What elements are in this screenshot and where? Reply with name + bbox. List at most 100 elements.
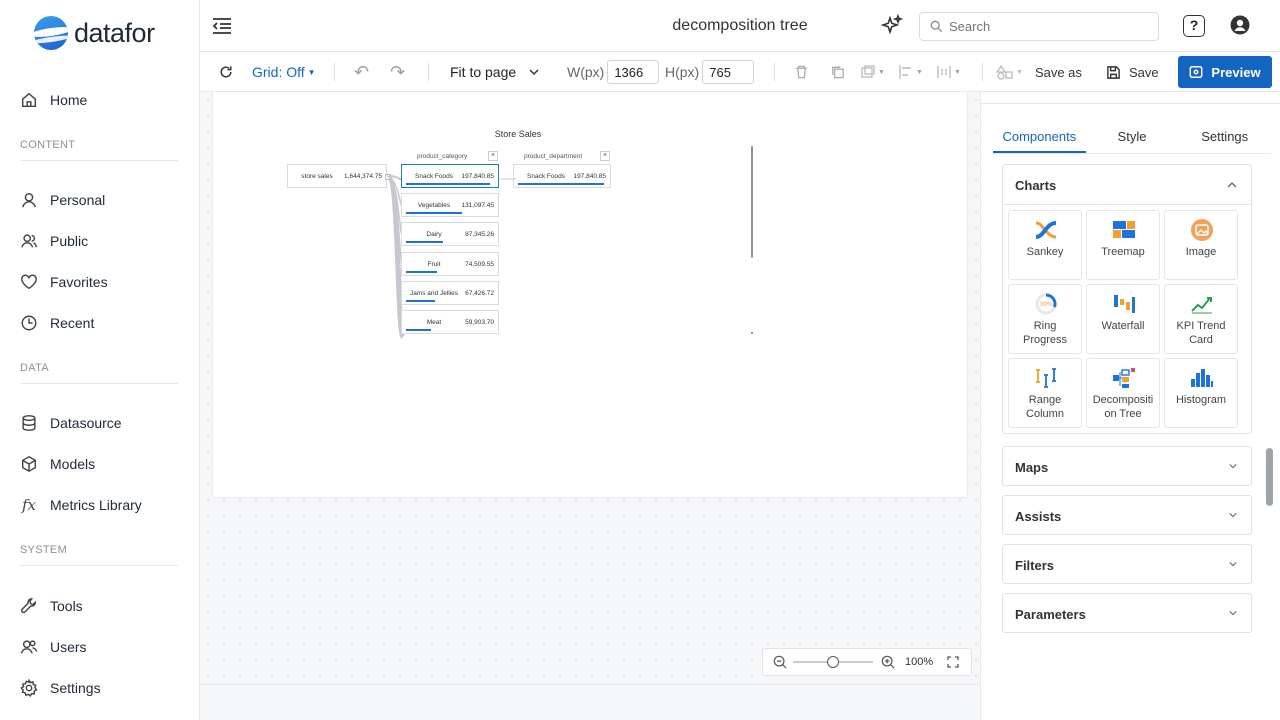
node-name: Fruit bbox=[427, 260, 441, 268]
sidebar-item-settings[interactable]: Settings bbox=[20, 676, 101, 700]
tree-node[interactable]: Vegetables 131,097.45 bbox=[401, 193, 499, 218]
tree-node[interactable]: Meat 59,903.70 bbox=[401, 310, 499, 334]
save-as-button[interactable]: ▼ Save as bbox=[996, 52, 1082, 92]
align-button[interactable]: ▼ bbox=[898, 52, 923, 92]
sidebar: datafor Home CONTENT Personal Public Fav… bbox=[0, 0, 200, 720]
zoom-slider-thumb[interactable] bbox=[827, 656, 839, 668]
node-share-bar bbox=[406, 212, 462, 215]
caret-down-icon: ▼ bbox=[878, 68, 885, 76]
fit-select[interactable]: Fit to page bbox=[450, 52, 540, 92]
component-card-kpi-trend[interactable]: KPI Trend Card bbox=[1164, 284, 1238, 354]
node-value: 1,644,374.75 bbox=[344, 173, 382, 180]
component-card-waterfall[interactable]: Waterfall bbox=[1086, 284, 1160, 354]
preview-button[interactable]: Preview bbox=[1178, 56, 1272, 88]
component-card-histogram[interactable]: Histogram bbox=[1164, 358, 1238, 428]
report-page[interactable]: Store Sales store sales 1,644,374.75 › p… bbox=[213, 92, 967, 497]
component-label: Image bbox=[1185, 246, 1217, 258]
delete-button[interactable] bbox=[794, 52, 809, 92]
node-value: 197,840.85 bbox=[461, 173, 494, 180]
zoom-slider[interactable] bbox=[793, 656, 873, 668]
sidebar-item-home[interactable]: Home bbox=[20, 88, 87, 112]
search-box[interactable] bbox=[919, 12, 1159, 41]
redo-button[interactable]: ↷ bbox=[390, 52, 405, 92]
maps-group[interactable]: Maps bbox=[1002, 446, 1252, 486]
node-value: 131,097.45 bbox=[461, 202, 494, 210]
logo[interactable]: datafor bbox=[34, 16, 155, 50]
component-card-treemap[interactable]: Treemap bbox=[1086, 210, 1160, 280]
width-input[interactable]: 1366 bbox=[607, 60, 660, 84]
charts-group-header[interactable]: Charts bbox=[1003, 165, 1251, 205]
fx-icon: fx bbox=[21, 496, 36, 514]
component-card-image[interactable]: Image bbox=[1164, 210, 1238, 280]
save-button[interactable]: Save bbox=[1106, 52, 1159, 92]
sidebar-item-label: Settings bbox=[50, 680, 101, 696]
fullscreen-icon[interactable] bbox=[947, 656, 959, 668]
tree-node[interactable]: Snack Foods 197,840.85 bbox=[513, 164, 611, 188]
tab-components[interactable]: Components bbox=[993, 112, 1086, 153]
user-avatar-icon[interactable] bbox=[1230, 15, 1250, 35]
height-input[interactable]: 765 bbox=[702, 60, 755, 84]
close-icon[interactable]: × bbox=[600, 151, 610, 161]
sidebar-item-recent[interactable]: Recent bbox=[20, 311, 94, 335]
zoom-level: 100% bbox=[905, 656, 934, 668]
search-input[interactable] bbox=[949, 19, 1139, 34]
copy-button[interactable] bbox=[830, 52, 845, 92]
sidebar-item-favorites[interactable]: Favorites bbox=[20, 270, 108, 294]
distribute-button[interactable]: ▼ bbox=[936, 52, 961, 92]
sidebar-item-tools[interactable]: Tools bbox=[20, 594, 83, 618]
refresh-button[interactable] bbox=[218, 52, 234, 92]
chart-scrollbar[interactable] bbox=[751, 146, 753, 258]
level-header: product_department bbox=[524, 153, 583, 160]
tree-node[interactable]: Dairy 87,345.26 bbox=[401, 222, 499, 247]
sidebar-item-public[interactable]: Public bbox=[20, 229, 88, 253]
caret-down-icon: ▼ bbox=[916, 68, 923, 76]
scrollbar[interactable] bbox=[1266, 448, 1273, 506]
divider bbox=[428, 63, 429, 81]
zoom-in-icon[interactable] bbox=[881, 655, 895, 669]
canvas-area[interactable]: Store Sales store sales 1,644,374.75 › p… bbox=[200, 92, 980, 684]
parameters-group[interactable]: Parameters bbox=[1002, 593, 1252, 633]
tab-style[interactable]: Style bbox=[1086, 112, 1179, 153]
sidebar-item-models[interactable]: Models bbox=[20, 452, 95, 476]
node-share-bar bbox=[406, 329, 431, 331]
layer-button[interactable]: ▼ bbox=[860, 52, 885, 92]
tab-settings[interactable]: Settings bbox=[1178, 112, 1271, 153]
help-icon[interactable]: ? bbox=[1183, 15, 1205, 37]
sidebar-item-personal[interactable]: Personal bbox=[20, 188, 105, 212]
divider bbox=[20, 565, 178, 566]
node-name: Meat bbox=[426, 319, 442, 326]
sidebar-collapse-icon[interactable] bbox=[210, 14, 234, 38]
node-value: 59,903.70 bbox=[465, 319, 494, 326]
sidebar-item-label: Public bbox=[50, 233, 89, 249]
image-icon bbox=[1190, 219, 1214, 241]
ai-sparkle-icon[interactable] bbox=[880, 14, 904, 38]
level-header: product_category bbox=[417, 153, 468, 160]
trash-icon bbox=[795, 65, 808, 79]
tree-root-node[interactable]: store sales 1,644,374.75 bbox=[287, 164, 387, 188]
sidebar-item-users[interactable]: Users bbox=[20, 635, 87, 659]
grid-toggle[interactable]: Grid: Off ▼ bbox=[252, 52, 316, 92]
top-bar: decomposition tree ? bbox=[200, 0, 1280, 52]
sidebar-item-datasource[interactable]: Datasource bbox=[20, 411, 122, 435]
component-card-sankey[interactable]: Sankey bbox=[1008, 210, 1082, 280]
tree-node[interactable]: Fruit 74,509.55 bbox=[401, 251, 499, 276]
component-card-ring-progress[interactable]: 30% Ring Progress bbox=[1008, 284, 1082, 354]
chart-title: Store Sales bbox=[494, 129, 542, 139]
assists-group[interactable]: Assists bbox=[1002, 495, 1252, 535]
component-card-range-column[interactable]: Range Column bbox=[1008, 358, 1082, 428]
svg-text:30%: 30% bbox=[1039, 301, 1053, 308]
group-label: Filters bbox=[1015, 558, 1055, 573]
component-card-decomposition-tree[interactable]: Decompositi on Tree bbox=[1086, 358, 1160, 428]
close-icon[interactable]: × bbox=[488, 151, 498, 161]
zoom-out-icon[interactable] bbox=[773, 655, 787, 669]
group-label: Maps bbox=[1015, 460, 1049, 475]
gear-icon bbox=[20, 679, 38, 697]
tree-node[interactable]: Snack Foods 197,840.85 bbox=[401, 164, 499, 188]
sidebar-item-label: Metrics Library bbox=[50, 497, 142, 513]
resize-handle[interactable] bbox=[751, 332, 753, 334]
undo-button[interactable]: ↶ bbox=[354, 52, 369, 92]
sidebar-item-metrics-library[interactable]: fx Metrics Library bbox=[20, 493, 142, 517]
component-label: Ring Progress bbox=[1022, 320, 1068, 346]
tree-node[interactable]: Jams and Jellies 67,426.72 bbox=[401, 280, 499, 305]
filters-group[interactable]: Filters bbox=[1002, 544, 1252, 584]
